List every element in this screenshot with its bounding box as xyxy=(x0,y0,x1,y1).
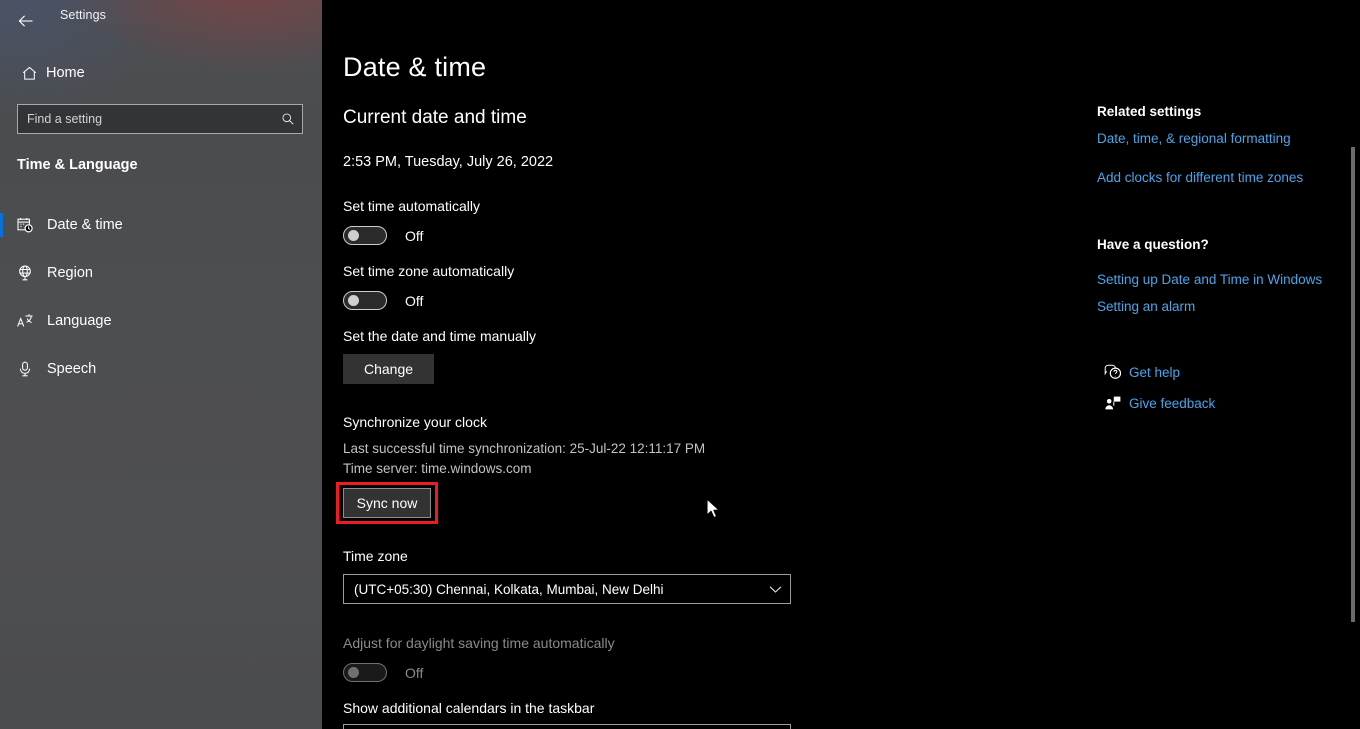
additional-calendars-dropdown[interactable] xyxy=(343,724,791,729)
have-a-question-heading: Have a question? xyxy=(1097,237,1209,252)
label-set-time-automatically: Set time automatically xyxy=(343,198,480,214)
toggle-state-daylight-saving: Off xyxy=(405,664,424,681)
home-icon xyxy=(12,65,46,82)
vertical-scrollbar-thumb[interactable] xyxy=(1351,147,1355,622)
search-icon[interactable] xyxy=(274,105,302,133)
last-sync-text: Last successful time synchronization: 25… xyxy=(343,441,706,456)
toggle-set-time-automatically[interactable] xyxy=(343,226,387,245)
time-zone-dropdown[interactable]: (UTC+05:30) Chennai, Kolkata, Mumbai, Ne… xyxy=(343,574,791,604)
label-set-manually: Set the date and time manually xyxy=(343,328,537,344)
search-input[interactable] xyxy=(18,112,274,126)
settings-window: Settings Home Time & Language xyxy=(0,0,1360,729)
chevron-down-icon xyxy=(760,585,790,594)
sidebar-item-label: Region xyxy=(47,265,93,281)
section-heading-synchronize: Synchronize your clock xyxy=(343,414,487,430)
row-set-timezone-automatically: Off xyxy=(343,291,423,310)
search-box[interactable] xyxy=(17,104,303,134)
sidebar-item-label: Speech xyxy=(47,361,97,377)
current-datetime-value: 2:53 PM, Tuesday, July 26, 2022 xyxy=(343,154,554,170)
sidebar-item-date-time[interactable]: Date & time xyxy=(0,205,322,245)
link-add-clocks[interactable]: Add clocks for different time zones xyxy=(1097,170,1303,185)
section-heading-current: Current date and time xyxy=(343,107,527,128)
feedback-person-icon xyxy=(1097,395,1129,411)
toggle-knob xyxy=(348,667,359,678)
link-setting-an-alarm[interactable]: Setting an alarm xyxy=(1097,299,1195,314)
sidebar-item-region[interactable]: Region xyxy=(0,253,322,293)
microphone-icon xyxy=(3,360,47,378)
label-additional-calendars: Show additional calendars in the taskbar xyxy=(343,700,595,716)
sync-now-button[interactable]: Sync now xyxy=(343,488,431,518)
change-button[interactable]: Change xyxy=(343,354,434,384)
label-time-zone: Time zone xyxy=(343,548,408,564)
sidebar-item-speech[interactable]: Speech xyxy=(0,349,322,389)
main-content: Date & time Current date and time 2:53 P… xyxy=(322,0,1360,729)
sidebar-item-language[interactable]: Language xyxy=(0,301,322,341)
time-zone-selected-value: (UTC+05:30) Chennai, Kolkata, Mumbai, Ne… xyxy=(354,581,664,597)
navigation-sidebar: Settings Home Time & Language xyxy=(0,0,322,729)
get-help-row[interactable]: Get help xyxy=(1097,364,1180,380)
row-daylight-saving: Off xyxy=(343,663,423,682)
globe-icon xyxy=(3,264,47,282)
row-set-time-automatically: Off xyxy=(343,226,423,245)
give-feedback-row[interactable]: Give feedback xyxy=(1097,395,1215,411)
page-title: Date & time xyxy=(343,52,487,82)
sidebar-item-home[interactable]: Home xyxy=(12,58,308,88)
sidebar-home-label: Home xyxy=(46,65,85,81)
mouse-cursor xyxy=(706,498,723,526)
toggle-state-set-timezone-automatically: Off xyxy=(405,292,424,309)
give-feedback-label: Give feedback xyxy=(1129,395,1216,411)
help-bubble-icon xyxy=(1097,364,1129,380)
label-daylight-saving: Adjust for daylight saving time automati… xyxy=(343,635,615,651)
link-setting-up-date-time[interactable]: Setting up Date and Time in Windows xyxy=(1097,272,1322,287)
toggle-state-set-time-automatically: Off xyxy=(405,227,424,244)
link-regional-formatting[interactable]: Date, time, & regional formatting xyxy=(1097,131,1291,146)
sidebar-category-title: Time & Language xyxy=(17,157,138,173)
language-icon xyxy=(3,312,47,330)
label-set-timezone-automatically: Set time zone automatically xyxy=(343,263,515,279)
toggle-knob xyxy=(348,295,359,306)
calendar-clock-icon xyxy=(3,216,47,234)
back-arrow-icon[interactable] xyxy=(10,5,42,37)
toggle-set-timezone-automatically[interactable] xyxy=(343,291,387,310)
toggle-knob xyxy=(348,230,359,241)
sidebar-item-label: Date & time xyxy=(47,217,123,233)
titlebar-left: Settings xyxy=(0,0,322,42)
sidebar-item-label: Language xyxy=(47,313,112,329)
time-server-text: Time server: time.windows.com xyxy=(343,461,532,476)
vertical-scrollbar-track[interactable] xyxy=(1346,42,1360,729)
toggle-daylight-saving xyxy=(343,663,387,682)
window-title: Settings xyxy=(60,8,106,22)
related-settings-heading: Related settings xyxy=(1097,104,1202,119)
get-help-label: Get help xyxy=(1129,364,1181,380)
